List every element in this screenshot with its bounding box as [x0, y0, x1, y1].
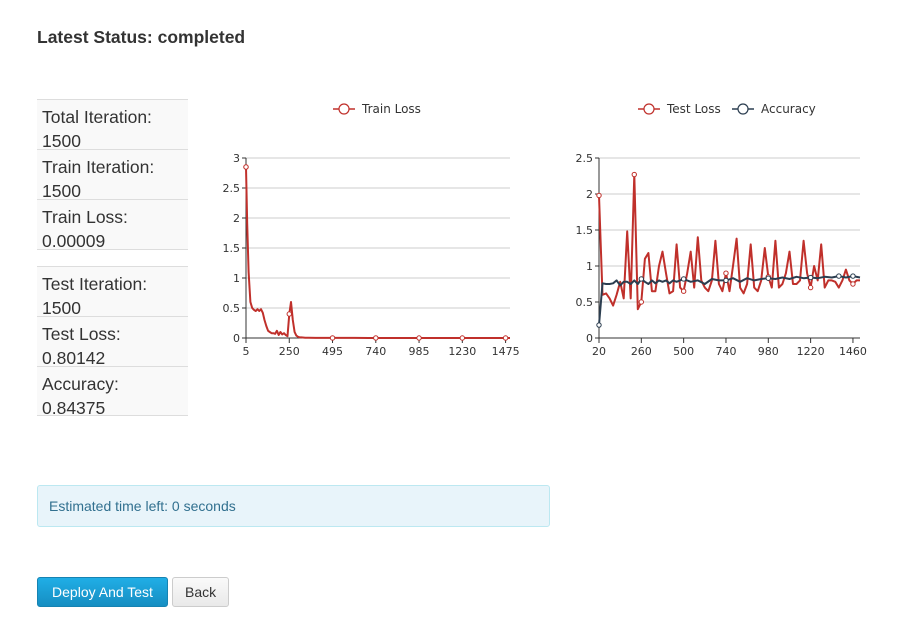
legend-label: Accuracy — [761, 102, 816, 116]
data-point — [373, 335, 379, 341]
legend-marker — [338, 103, 350, 115]
stat-value: 0.84375 — [42, 398, 106, 418]
data-point — [502, 335, 509, 341]
data-point — [850, 281, 856, 287]
stat-label: Train Loss: — [42, 207, 128, 227]
stat-accuracy: Accuracy: 0.84375 — [37, 366, 188, 418]
stats-table: Total Iteration: 1500 Train Iteration: 1… — [37, 99, 188, 418]
stat-label: Test Iteration: — [42, 274, 148, 294]
data-point — [596, 322, 602, 328]
stat-total-iteration: Total Iteration: 1500 — [37, 99, 188, 151]
x-tick-label: 1460 — [839, 345, 867, 358]
data-point — [631, 171, 637, 178]
train-loss-chart: 0 0.5 1 1.5 2 2.5 3 5 250 495 740 985 1230 1475 Train … — [200, 95, 530, 365]
train-loss-chart-svg: 0 0.5 1 1.5 2 2.5 3 5 250 495 740 985 1230 1475 Train … — [223, 102, 520, 358]
stat-label: Accuracy: — [42, 374, 119, 394]
test-loss-accuracy-chart: 0 0.5 1 1.5 2 2.5 20 260 500 740 980 1220 1460 Test L… — [555, 95, 875, 365]
data-point — [723, 277, 729, 284]
data-point — [638, 276, 645, 282]
x-tick-label: 5 — [243, 345, 250, 358]
stat-label: Test Loss: — [42, 324, 121, 344]
data-point — [329, 335, 336, 341]
time-left-text: Estimated time left: 0 seconds — [49, 498, 236, 514]
test-loss-accuracy-chart-svg: 0 0.5 1 1.5 2 2.5 20 260 500 740 980 1220 1460 Test L… — [576, 102, 867, 358]
series-line — [245, 166, 510, 339]
y-tick-label: 0.5 — [223, 302, 241, 315]
data-point — [723, 270, 729, 276]
stat-train-loss: Train Loss: 0.00009 — [37, 199, 188, 251]
data-point — [765, 275, 771, 281]
stat-test-iteration: Test Iteration: 1500 — [37, 266, 188, 318]
y-tick-label: 0.5 — [576, 296, 594, 309]
time-left-alert: Estimated time left: 0 seconds — [37, 485, 550, 527]
x-tick-label: 985 — [409, 345, 430, 358]
x-tick-label: 740 — [715, 345, 736, 358]
data-point — [836, 273, 842, 279]
data-point — [807, 284, 814, 291]
x-tick-label: 495 — [322, 345, 343, 358]
data-point — [680, 288, 687, 294]
legend-marker — [737, 103, 749, 115]
y-tick-label: 2 — [233, 212, 240, 225]
x-tick-label: 1230 — [448, 345, 476, 358]
x-tick-label: 260 — [631, 345, 652, 358]
x-tick-label: 20 — [592, 345, 606, 358]
stat-train-iteration: Train Iteration: 1500 — [37, 149, 188, 201]
y-tick-label: 1.5 — [223, 242, 241, 255]
data-point — [596, 192, 602, 199]
data-point — [459, 335, 466, 341]
deploy-and-test-button[interactable]: Deploy And Test — [37, 577, 168, 607]
x-tick-label: 1220 — [797, 345, 825, 358]
y-tick-label: 2 — [586, 188, 593, 201]
x-tick-label: 740 — [365, 345, 386, 358]
status-value: completed — [157, 27, 246, 47]
legend-label: Train Loss — [361, 102, 421, 116]
data-point — [850, 273, 856, 279]
stat-test-loss: Test Loss: 0.80142 — [37, 316, 188, 368]
legend-marker — [643, 103, 655, 115]
data-point — [680, 276, 687, 282]
y-tick-label: 0 — [233, 332, 240, 345]
y-tick-label: 1 — [233, 272, 240, 285]
stat-label: Train Iteration: — [42, 157, 155, 177]
y-tick-label: 1 — [586, 260, 593, 273]
y-tick-label: 3 — [233, 152, 240, 165]
y-tick-label: 2.5 — [223, 182, 241, 195]
y-tick-label: 0 — [586, 332, 593, 345]
x-tick-label: 1475 — [492, 345, 520, 358]
data-point — [286, 311, 292, 317]
back-button[interactable]: Back — [172, 577, 229, 607]
status-heading: Latest Status: completed — [37, 27, 245, 48]
data-point — [243, 164, 249, 170]
y-tick-label: 2.5 — [576, 152, 594, 165]
stat-label: Total Iteration: — [42, 107, 152, 127]
data-point — [638, 299, 645, 305]
x-tick-label: 980 — [758, 345, 779, 358]
series-line — [598, 173, 860, 311]
legend-label: Test Loss — [666, 102, 721, 116]
status-label: Latest Status: — [37, 27, 153, 47]
x-tick-label: 250 — [279, 345, 300, 358]
x-tick-label: 500 — [673, 345, 694, 358]
data-point — [416, 335, 422, 341]
y-tick-label: 1.5 — [576, 224, 594, 237]
data-point — [807, 274, 814, 281]
